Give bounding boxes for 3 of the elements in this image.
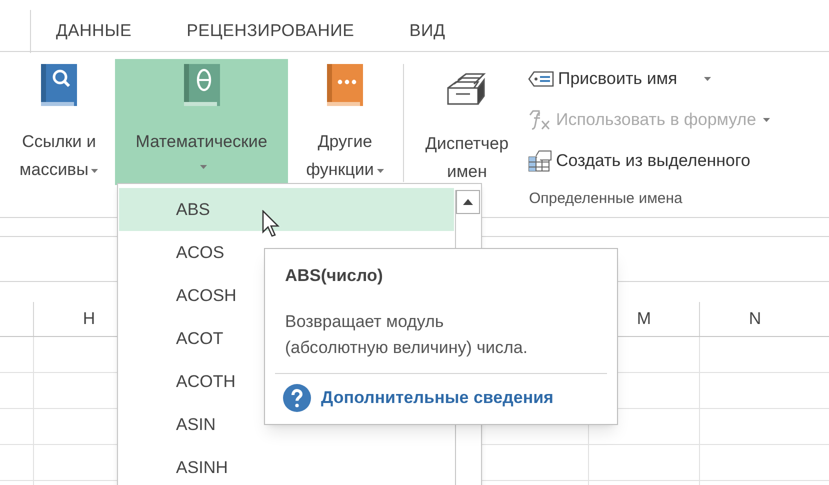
name-command-button: Использовать в формуле — [528, 107, 770, 133]
group-label: Определенные имена — [529, 189, 684, 209]
tooltip-description: Возвращает модуль (абсолютную величину) числа. — [285, 310, 529, 358]
